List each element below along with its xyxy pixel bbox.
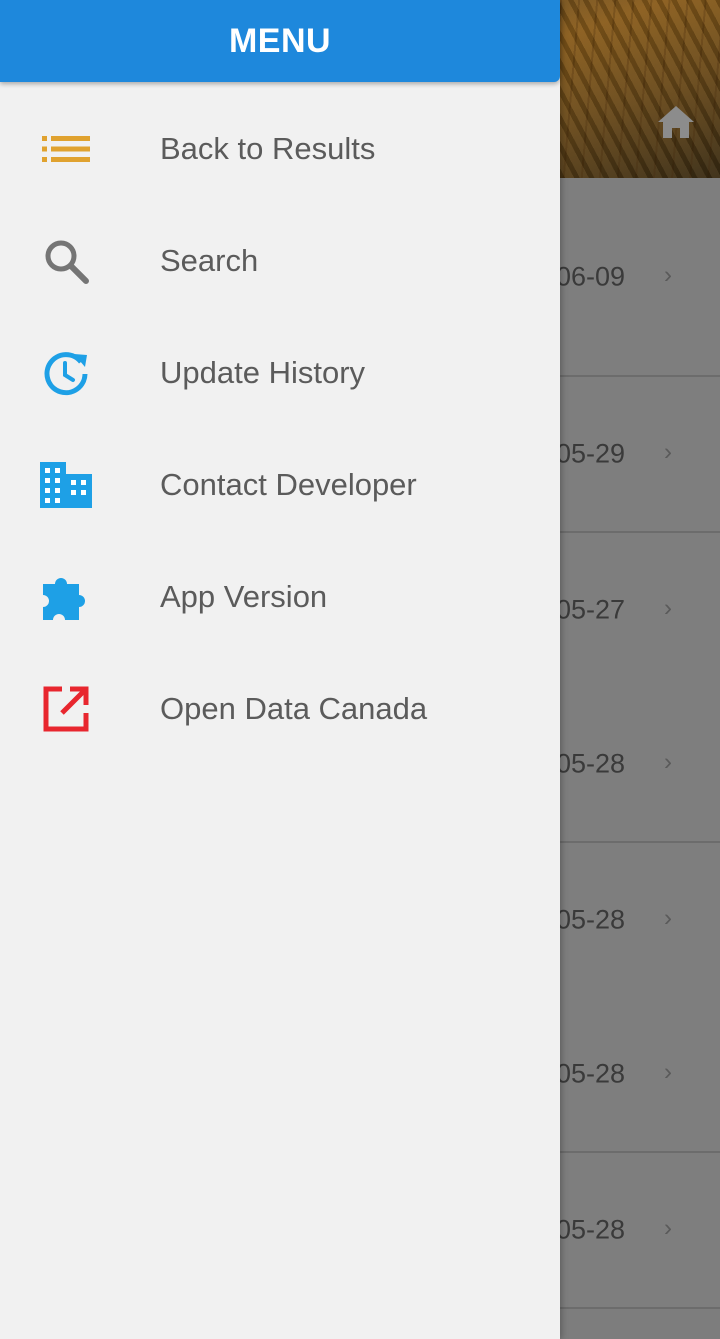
chevron-right-icon: › — [664, 438, 672, 466]
history-icon — [38, 345, 94, 401]
list-item-date: 05-28 — [556, 904, 626, 935]
menu-item-label: App Version — [160, 579, 328, 614]
list-item-date: 05-28 — [556, 1058, 626, 1089]
building-icon — [38, 457, 94, 513]
menu-item-label: Search — [160, 243, 259, 278]
chevron-right-icon: › — [664, 748, 672, 776]
list-item-date: 05-28 — [556, 748, 626, 779]
external-link-icon — [38, 681, 94, 737]
menu-item-contact-developer[interactable]: Contact Developer — [0, 429, 560, 541]
drawer-menu: Back to Results Search Update History Co… — [0, 93, 560, 765]
drawer-header: MENU — [0, 0, 560, 82]
menu-item-label: Open Data Canada — [160, 691, 428, 726]
home-icon[interactable] — [656, 104, 696, 140]
chevron-right-icon: › — [664, 1058, 672, 1086]
navigation-drawer: MENU Back to Results Search Update Histo… — [0, 0, 560, 1339]
menu-item-app-version[interactable]: App Version — [0, 541, 560, 653]
list-icon — [38, 121, 94, 177]
list-item-date: 05-29 — [556, 438, 626, 469]
chevron-right-icon: › — [664, 594, 672, 622]
list-item-date: 05-28 — [556, 1214, 626, 1245]
list-item-date: 06-09 — [556, 261, 626, 291]
menu-item-label: Contact Developer — [160, 467, 417, 502]
menu-item-search[interactable]: Search — [0, 205, 560, 317]
chevron-right-icon: › — [664, 1214, 672, 1242]
menu-item-label: Update History — [160, 355, 366, 390]
list-item-date: 05-27 — [556, 594, 626, 625]
drawer-title: MENU — [228, 21, 332, 60]
menu-item-open-data-canada[interactable]: Open Data Canada — [0, 653, 560, 765]
chevron-right-icon: › — [664, 904, 672, 932]
puzzle-icon — [38, 569, 94, 625]
menu-item-label: Back to Results — [160, 131, 376, 166]
search-icon — [38, 233, 94, 289]
menu-item-update-history[interactable]: Update History — [0, 317, 560, 429]
menu-item-back-to-results[interactable]: Back to Results — [0, 93, 560, 205]
chevron-right-icon: › — [664, 260, 672, 288]
